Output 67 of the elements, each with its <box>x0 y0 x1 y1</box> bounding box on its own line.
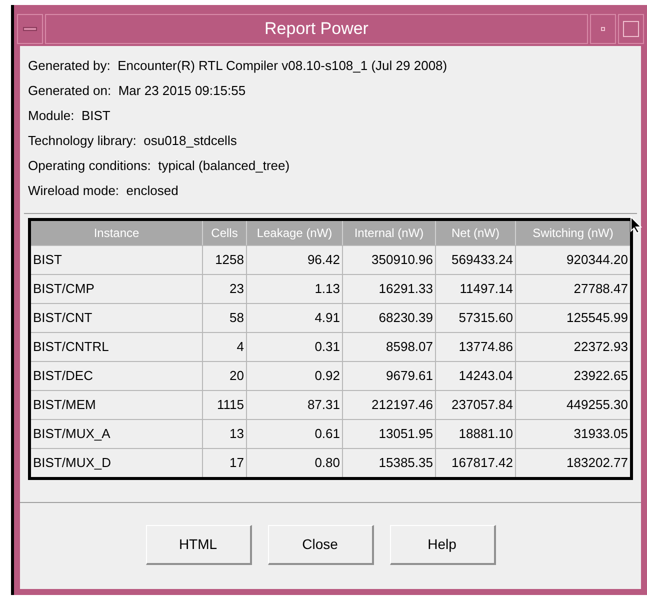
table-cell: 0.31 <box>247 333 343 361</box>
table-cell: BIST/DEC <box>31 362 203 390</box>
table-cell: 11497.14 <box>436 275 516 303</box>
info-line: Operating conditions: typical (balanced_tree) <box>28 157 291 175</box>
table-cell: 96.42 <box>247 246 343 274</box>
dialog-button[interactable]: HTML <box>146 525 252 565</box>
info-line: Generated on: Mar 23 2015 09:15:55 <box>28 82 247 100</box>
dialog-button[interactable]: Close <box>268 525 374 565</box>
table-cell: 1115 <box>203 391 247 419</box>
table-cell: BIST/MEM <box>31 391 203 419</box>
table-cell: BIST/CNTRL <box>31 333 203 361</box>
info-line: Module: BIST <box>28 107 112 125</box>
table-cell: 237057.84 <box>436 391 516 419</box>
table-cell: 212197.46 <box>343 391 436 419</box>
column-header[interactable]: Instance <box>31 221 203 245</box>
table-cell: 0.92 <box>247 362 343 390</box>
table-cell: 4.91 <box>247 304 343 332</box>
table-cell-text: 183202.77 <box>566 454 629 472</box>
table-cell: 13774.86 <box>436 333 516 361</box>
table-cell: 0.80 <box>247 449 343 477</box>
table-cell: 1.13 <box>247 275 343 303</box>
info-line: Wireload mode: enclosed <box>28 182 180 200</box>
table-cell: 16291.33 <box>343 275 436 303</box>
table-cell: 20 <box>203 362 247 390</box>
table-cell-text: 920344.20 <box>566 251 629 270</box>
table-cell: 17 <box>203 449 247 477</box>
column-header[interactable]: Cells <box>203 221 247 245</box>
table-cell: 13 <box>203 420 247 448</box>
table-cell: BIST/MUX_D <box>31 449 203 477</box>
table-cell-text: 27788.47 <box>572 280 629 298</box>
table-cell-text: 125545.99 <box>566 309 629 328</box>
table-cell: BIST <box>31 246 203 274</box>
table-cell: 569433.24 <box>436 246 516 274</box>
table-cell: 4 <box>203 333 247 361</box>
table-cell: 87.31 <box>247 391 343 419</box>
table-cell: 8598.07 <box>343 333 436 361</box>
window-menu-button[interactable] <box>17 14 43 44</box>
table-cell: 15385.35 <box>343 449 436 477</box>
column-header[interactable]: Leakage (nW) <box>247 221 343 245</box>
table-cell: BIST/MUX_A <box>31 420 203 448</box>
column-header[interactable]: Net (nW) <box>436 221 516 245</box>
table-cell: 18881.10 <box>436 420 516 448</box>
table-cell: 350910.96 <box>343 246 436 274</box>
table-cell: 167817.42 <box>436 449 516 477</box>
table-cell-text: 449255.30 <box>566 396 629 414</box>
table-cell-text: 31933.05 <box>572 425 629 444</box>
table-cell: 0.61 <box>247 420 343 448</box>
column-header[interactable]: Switching (nW) <box>516 221 630 245</box>
table-cell: 58 <box>203 304 247 332</box>
table-cell: 14243.04 <box>436 362 516 390</box>
table-cell: 13051.95 <box>343 420 436 448</box>
table-cell: 1258 <box>203 246 247 274</box>
dialog-button[interactable]: Help <box>390 525 496 565</box>
info-line: Generated by: Encounter(R) RTL Compiler v08.10-s108_1 (Jul 29 2008) <box>28 57 448 75</box>
table-cell: 9679.61 <box>343 362 436 390</box>
window-title: Report Power <box>45 14 588 44</box>
table-cell: BIST/CNT <box>31 304 203 332</box>
info-line: Technology library: osu018_stdcells <box>28 132 238 150</box>
maximize-button[interactable] <box>618 14 644 44</box>
column-header[interactable]: Internal (nW) <box>343 221 436 245</box>
table-cell: BIST/CMP <box>31 275 203 303</box>
table-cell: 57315.60 <box>436 304 516 332</box>
table-cell-text: 23922.65 <box>572 367 629 386</box>
table-cell-text: 22372.93 <box>572 338 629 356</box>
minimize-button[interactable] <box>590 14 616 44</box>
table-cell: 23 <box>203 275 247 303</box>
table-cell: 68230.39 <box>343 304 436 332</box>
